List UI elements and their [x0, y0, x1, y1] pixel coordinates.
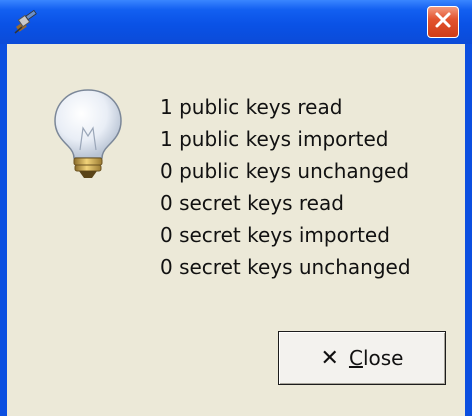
message-line: 1 public keys read	[160, 95, 343, 119]
close-button-label: Close	[348, 346, 404, 370]
message-line: 0 public keys unchanged	[160, 159, 410, 183]
close-button[interactable]	[427, 6, 459, 38]
title-bar[interactable]	[0, 0, 472, 44]
close-x-icon: ✕	[320, 345, 339, 371]
message-line: 0 secret keys unchanged	[160, 255, 411, 279]
message-line: 0 secret keys read	[160, 191, 344, 215]
close-icon	[434, 11, 452, 33]
dialog-body: 1 public keys read 1 public keys importe…	[7, 44, 465, 416]
message-line: 1 public keys imported	[160, 127, 389, 151]
satellite-icon	[9, 9, 39, 37]
close-dialog-button[interactable]: ✕ Close	[278, 331, 446, 385]
message-line: 0 secret keys imported	[160, 223, 390, 247]
dialog-window: 1 public keys read 1 public keys importe…	[0, 0, 472, 416]
lightbulb-icon	[52, 88, 124, 180]
import-summary: 1 public keys read 1 public keys importe…	[160, 94, 411, 286]
